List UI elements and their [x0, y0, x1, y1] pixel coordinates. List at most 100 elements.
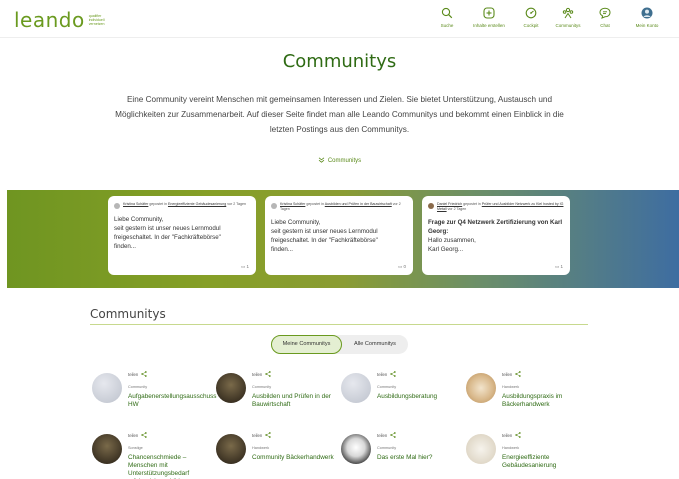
main-nav: Suche Inhalte erstellen Cockpit Communit… [430, 7, 669, 28]
post-author-link[interactable]: Daniel Friedrich [437, 202, 462, 206]
chat-icon [599, 7, 611, 19]
community-category: Community [252, 385, 272, 389]
community-item[interactable]: teilen Community Ausbilden und Prüfen in… [216, 371, 338, 415]
share-button[interactable]: teilen [252, 432, 271, 438]
share-button[interactable]: teilen [128, 432, 147, 438]
nav-cockpit[interactable]: Cockpit [514, 7, 548, 28]
top-bar: leando qualifier individuell vernetzen S… [0, 0, 679, 38]
share-icon [141, 432, 147, 438]
nav-create-content[interactable]: Inhalte erstellen [467, 7, 511, 28]
share-icon [265, 371, 271, 377]
page-title: Communitys [282, 51, 397, 72]
author-avatar [271, 203, 277, 209]
post-excerpt: Frage zur Q4 Netzwerk Zertifizierung von… [428, 218, 563, 253]
community-image [466, 434, 496, 464]
community-category: Community [377, 446, 397, 450]
community-item[interactable]: teilen Community Ausbildungsberatung [341, 371, 463, 415]
post-author-link[interactable]: Kristina Schäfer [280, 202, 305, 206]
logo-tagline: qualifier individuell vernetzen [88, 13, 105, 27]
community-image [341, 434, 371, 464]
avatar-icon [641, 7, 653, 19]
nav-account-label: Mein Konto [635, 23, 659, 28]
share-icon [515, 371, 521, 377]
community-name[interactable]: Ausbildungsberatung [377, 393, 463, 401]
comment-icon: ▭ [240, 264, 246, 269]
community-name[interactable]: Community Bäckerhandwerk [252, 454, 338, 462]
communitys-section-title: Communitys [90, 307, 166, 321]
post-community-link[interactable]: Ausbilden und Prüfen in der Bauwirtschaf… [325, 202, 392, 206]
share-icon [515, 432, 521, 438]
comment-count: ▭ 1 [240, 264, 249, 269]
post-meta: Kristina Schäfer gepostet in Ausbilden u… [271, 202, 407, 212]
community-item[interactable]: teilen Handwerk Energieeffiziente Gebäud… [466, 432, 588, 476]
nav-search-label: Suche [440, 23, 454, 28]
community-image [92, 373, 122, 403]
anchor-label: Communitys [327, 157, 362, 164]
community-item[interactable]: teilen Handwerk Ausbildungspraxis im Bäc… [466, 371, 588, 415]
section-divider [90, 324, 588, 325]
community-category: Handwerk [502, 446, 520, 450]
tab-all-communitys[interactable]: Alle Communitys [342, 335, 408, 354]
community-category: Community [128, 385, 148, 389]
share-button[interactable]: teilen [128, 371, 147, 377]
nav-create-label: Inhalte erstellen [473, 23, 505, 28]
nav-chat-label: Chat [600, 23, 610, 28]
logo-wordmark: leando [14, 8, 85, 32]
community-name[interactable]: Energieeffiziente Gebäudesanierung [502, 454, 588, 470]
search-icon [441, 7, 453, 19]
share-button[interactable]: teilen [502, 371, 521, 377]
post-card[interactable]: Daniel Friedrich gepostet in Prüfer und … [422, 196, 570, 275]
community-name[interactable]: Aufgabenerstellungsausschuss HW [128, 393, 216, 409]
community-item[interactable]: teilen Community Das erste Mal hier? [341, 432, 463, 476]
community-filter-toggle: Meine Communitys Alle Communitys [271, 335, 408, 354]
community-item[interactable]: teilen Community Aufgabenerstellungsauss… [92, 371, 216, 415]
gauge-icon [525, 7, 537, 19]
share-button[interactable]: teilen [377, 432, 396, 438]
author-avatar [428, 203, 434, 209]
community-name[interactable]: Ausbildungspraxis im Bäckerhandwerk [502, 393, 588, 409]
comment-count: ▭ 1 [554, 264, 563, 269]
post-community-link[interactable]: Energieeffiziente Gebäudesanierung [168, 202, 226, 206]
plus-circle-icon [483, 7, 495, 19]
author-avatar [114, 203, 120, 209]
share-icon [141, 371, 147, 377]
post-author-link[interactable]: Kristina Schäfer [123, 202, 148, 206]
recent-postings-banner: Kristina Schäfer gepostet in Energieeffi… [7, 190, 679, 288]
comment-icon: ▭ [554, 264, 560, 269]
tab-my-communitys[interactable]: Meine Communitys [271, 335, 342, 354]
comment-icon: ▭ [397, 264, 403, 269]
community-image [216, 373, 246, 403]
nav-cockpit-label: Cockpit [523, 23, 539, 28]
page-intro: Eine Community vereint Menschen mit geme… [115, 95, 564, 134]
community-category: Handwerk [502, 385, 520, 389]
community-item[interactable]: teilen Handwerk Community Bäckerhandwerk [216, 432, 338, 476]
chevron-double-down-icon [318, 157, 325, 163]
community-item[interactable]: teilen Sonstige Chancenschmiede – Mensch… [92, 432, 214, 479]
post-excerpt: Liebe Community, seit gestern ist unser … [114, 216, 221, 250]
post-card[interactable]: Kristina Schäfer gepostet in Energieeffi… [108, 196, 256, 275]
nav-my-account[interactable]: Mein Konto [625, 7, 669, 28]
share-button[interactable]: teilen [502, 432, 521, 438]
community-icon [562, 7, 574, 19]
community-name[interactable]: Das erste Mal hier? [377, 454, 463, 462]
community-category: Handwerk [252, 446, 270, 450]
communitys-anchor-link[interactable]: Communitys [0, 157, 679, 164]
post-card[interactable]: Kristina Schäfer gepostet in Ausbilden u… [265, 196, 413, 275]
community-name[interactable]: Chancenschmiede – Menschen mit Unterstüt… [128, 454, 214, 479]
post-headline: Frage zur Q4 Netzwerk Zertifizierung von… [428, 218, 563, 235]
share-button[interactable]: teilen [377, 371, 396, 377]
nav-communitys[interactable]: Communitys [551, 7, 585, 28]
share-icon [390, 432, 396, 438]
community-name[interactable]: Ausbilden und Prüfen in der Bauwirtschaf… [252, 393, 338, 409]
post-meta: Daniel Friedrich gepostet in Prüfer und … [428, 202, 564, 212]
community-image [92, 434, 122, 464]
community-image [341, 373, 371, 403]
share-icon [265, 432, 271, 438]
community-category: Community [377, 385, 397, 389]
leando-logo[interactable]: leando qualifier individuell vernetzen [14, 10, 117, 30]
community-image [216, 434, 246, 464]
nav-search[interactable]: Suche [430, 7, 464, 28]
share-icon [390, 371, 396, 377]
nav-chat[interactable]: Chat [588, 7, 622, 28]
share-button[interactable]: teilen [252, 371, 271, 377]
